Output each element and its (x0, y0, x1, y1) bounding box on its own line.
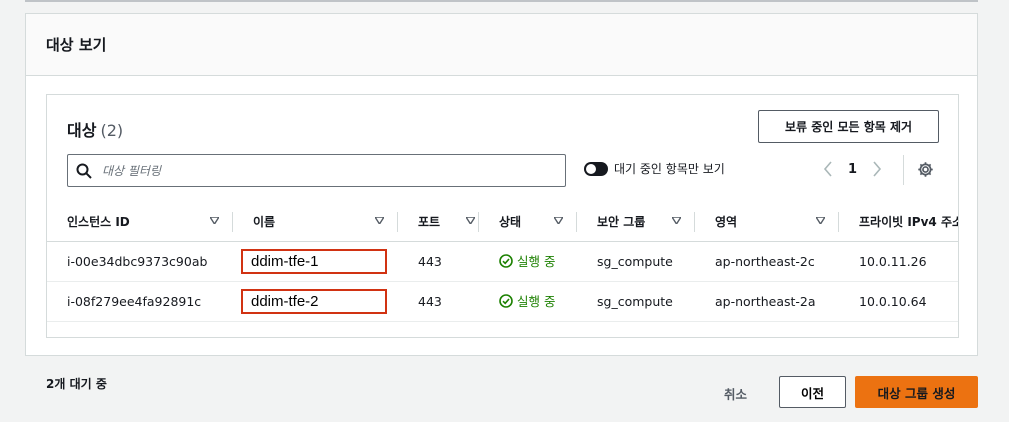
cell-port: 443 (398, 281, 479, 322)
column-header-private-ipv4[interactable]: 프라이빗 IPv4 주소 (839, 203, 958, 242)
cell-name: ddim-tfe-2 (233, 281, 398, 322)
targets-table: 인스턴스 ID 이름 포트 상태 보안 그룹 영역 프라이빗 IPv4 주소 i… (47, 203, 958, 322)
targets-title: 대상 (2) (67, 117, 123, 141)
check-circle-icon (499, 293, 513, 308)
review-targets-panel: 대상 보기 대상(2) 보류 중인 모든 항목 제거 대기 중인 항목만 보기 … (25, 13, 978, 356)
cell-private-ipv4: 10.0.10.64 (839, 281, 958, 322)
chevron-right-icon[interactable] (871, 159, 883, 179)
sort-caret-icon[interactable] (672, 217, 681, 224)
table-header-row: 인스턴스 ID 이름 포트 상태 보안 그룹 영역 프라이빗 IPv4 주소 (47, 203, 958, 242)
cell-port: 443 (398, 241, 479, 282)
column-header-instance-id[interactable]: 인스턴스 ID (47, 203, 233, 242)
previous-button[interactable]: 이전 (779, 376, 846, 408)
table-row[interactable]: i-08f279ee4fa92891c ddim-tfe-2 443 실행 중 … (47, 281, 958, 322)
sort-caret-icon[interactable] (210, 217, 219, 224)
cell-security-group: sg_compute (577, 241, 695, 282)
highlighted-name: ddim-tfe-2 (241, 288, 387, 314)
pagination: 1 (822, 159, 883, 179)
cell-zone: ap-northeast-2a (695, 281, 839, 322)
top-divider (25, 0, 978, 2)
sort-caret-icon[interactable] (375, 217, 384, 224)
column-header-name[interactable]: 이름 (233, 203, 398, 242)
panel-title: 대상 보기 (46, 36, 107, 54)
targets-container: 대상(2) 보류 중인 모든 항목 제거 대기 중인 항목만 보기 1 (46, 94, 959, 338)
status-text: 실행 중 (517, 254, 556, 270)
sort-caret-icon[interactable] (554, 217, 563, 224)
status-badge: 실행 중 (499, 291, 555, 310)
pending-only-toggle-group[interactable]: 대기 중인 항목만 보기 (584, 160, 725, 177)
cell-security-group: sg_compute (577, 281, 695, 322)
cell-status: 실행 중 (479, 281, 577, 322)
cell-status: 실행 중 (479, 241, 577, 282)
targets-title-label: 대상 (67, 121, 97, 140)
cell-instance-id: i-00e34dbc9373c90ab (47, 241, 233, 282)
cell-private-ipv4: 10.0.11.26 (839, 241, 958, 282)
pending-only-toggle[interactable] (584, 161, 608, 176)
column-header-port[interactable]: 포트 (398, 203, 479, 242)
column-header-zone[interactable]: 영역 (695, 203, 839, 242)
chevron-left-icon[interactable] (822, 159, 834, 179)
sort-caret-icon[interactable] (816, 217, 825, 224)
status-text: 실행 중 (517, 294, 556, 310)
pending-count: 2개 대기 중 (46, 377, 107, 391)
targets-count: (2) (100, 121, 124, 140)
check-circle-icon (499, 253, 513, 268)
panel-header: 대상 보기 (26, 14, 977, 76)
status-badge: 실행 중 (499, 251, 555, 270)
filter-targets-input[interactable] (102, 163, 562, 178)
pager-divider (903, 155, 904, 185)
filter-box[interactable] (67, 154, 566, 187)
gear-icon[interactable] (917, 161, 934, 178)
column-header-status[interactable]: 상태 (479, 203, 577, 242)
highlighted-name: ddim-tfe-1 (241, 248, 387, 274)
cell-name: ddim-tfe-1 (233, 241, 398, 282)
search-icon (76, 163, 92, 179)
create-target-group-button[interactable]: 대상 그룹 생성 (855, 376, 978, 408)
column-header-security-group[interactable]: 보안 그룹 (577, 203, 695, 242)
sort-caret-icon[interactable] (466, 217, 475, 224)
current-page[interactable]: 1 (848, 162, 857, 177)
pending-only-toggle-label: 대기 중인 항목만 보기 (614, 162, 725, 176)
cell-zone: ap-northeast-2c (695, 241, 839, 282)
remove-all-pending-button[interactable]: 보류 중인 모든 항목 제거 (758, 110, 939, 143)
table-row[interactable]: i-00e34dbc9373c90ab ddim-tfe-1 443 실행 중 … (47, 241, 958, 282)
cancel-button[interactable]: 취소 (724, 384, 747, 403)
cell-instance-id: i-08f279ee4fa92891c (47, 281, 233, 322)
